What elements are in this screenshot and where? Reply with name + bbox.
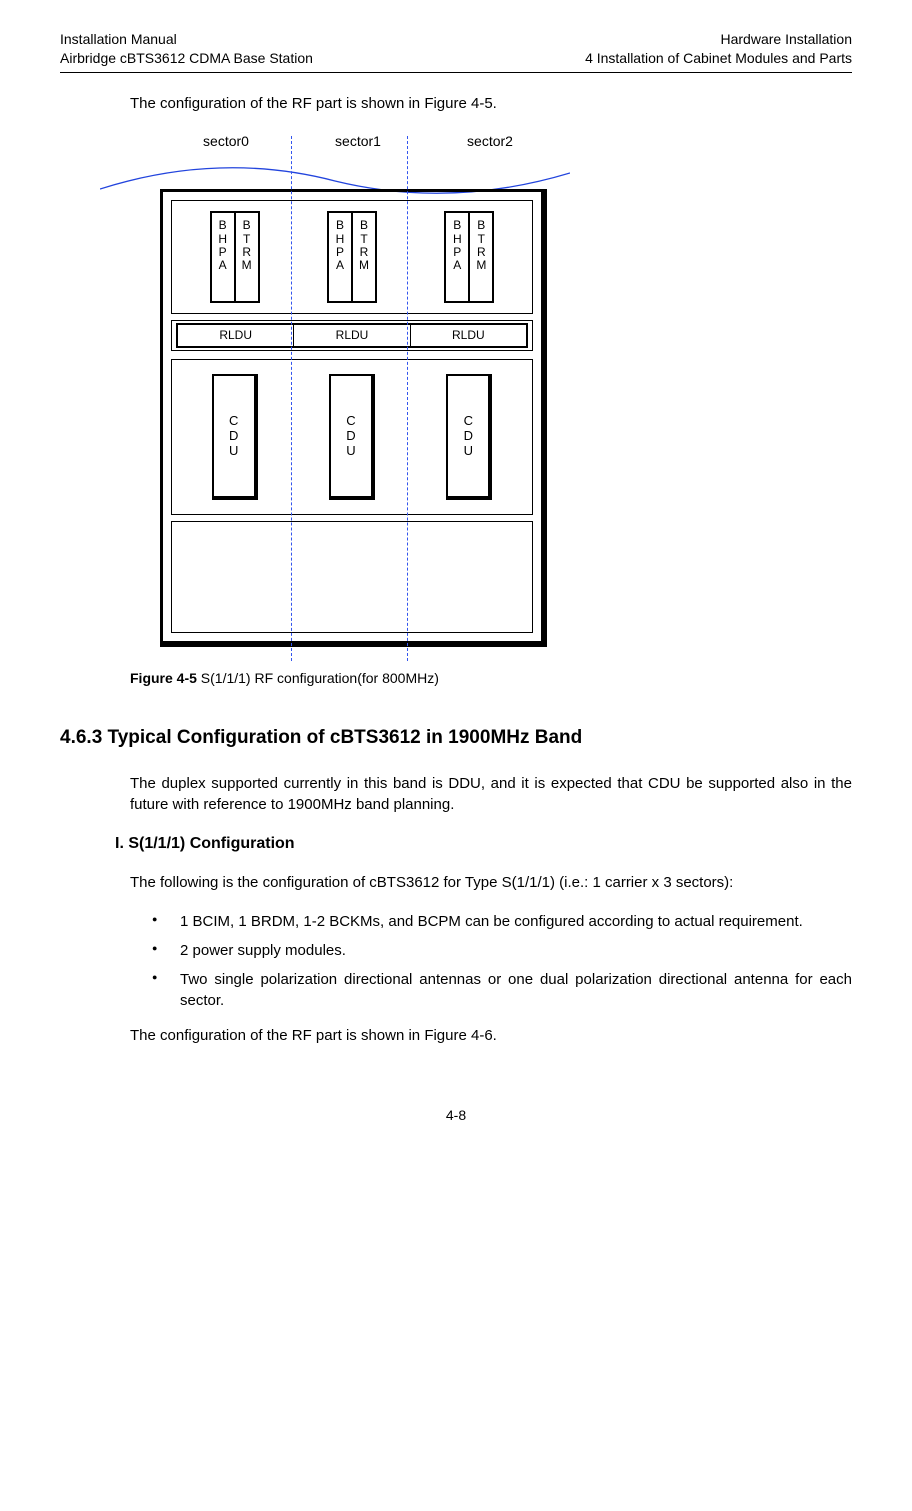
sector-divider-1-2 [407, 136, 408, 661]
intro-paragraph: The configuration of the RF part is show… [130, 93, 852, 114]
list-item: 2 power supply modules. [150, 940, 852, 961]
figure-4-5: sector0 sector1 sector2 B H P A B T R M … [130, 132, 852, 647]
rldu-sector2: RLDU [411, 325, 526, 346]
cdu-shelf: C D U C D U C D U [171, 359, 533, 515]
empty-shelf [171, 521, 533, 633]
list-item: Two single polarization directional ante… [150, 969, 852, 1011]
header-right: Hardware Installation 4 Installation of … [585, 30, 852, 68]
bhpa-module: B H P A [212, 213, 236, 301]
bhpa-module: B H P A [446, 213, 470, 301]
config-intro-paragraph: The following is the configuration of cB… [130, 872, 852, 893]
module-pair-sector2: B H P A B T R M [444, 211, 494, 303]
chapter-title: Hardware Installation [585, 30, 852, 49]
sector1-label: sector1 [297, 132, 419, 152]
header-left: Installation Manual Airbridge cBTS3612 C… [60, 30, 313, 68]
btrm-module: B T R M [470, 213, 492, 301]
module-pair-sector0: B H P A B T R M [210, 211, 260, 303]
product-title: Airbridge cBTS3612 CDMA Base Station [60, 49, 313, 68]
figure-text: S(1/1/1) RF configuration(for 800MHz) [197, 670, 439, 686]
figure-label: Figure 4-5 [130, 670, 197, 686]
sector0-label: sector0 [165, 132, 287, 152]
page-header: Installation Manual Airbridge cBTS3612 C… [60, 30, 852, 73]
btrm-module: B T R M [353, 213, 375, 301]
page-number: 4-8 [60, 1106, 852, 1126]
bhpa-module: B H P A [329, 213, 353, 301]
sector2-label: sector2 [429, 132, 551, 152]
subsection-heading: I. S(1/1/1) Configuration [115, 833, 852, 855]
list-item: 1 BCIM, 1 BRDM, 1-2 BCKMs, and BCPM can … [150, 911, 852, 932]
module-pair-sector1: B H P A B T R M [327, 211, 377, 303]
rldu-sector1: RLDU [294, 325, 410, 346]
cdu-sector0: C D U [212, 374, 258, 500]
cdu-sector1: C D U [329, 374, 375, 500]
figure-caption: Figure 4-5 S(1/1/1) RF configuration(for… [130, 669, 852, 689]
rldu-shelf: RLDU RLDU RLDU [171, 320, 533, 351]
sector-labels: sector0 sector1 sector2 [165, 132, 852, 152]
cdu-sector2: C D U [446, 374, 492, 500]
section-intro-paragraph: The duplex supported currently in this b… [130, 773, 852, 815]
section-heading-4-6-3: 4.6.3 Typical Configuration of cBTS3612 … [60, 725, 852, 752]
rldu-sector0: RLDU [178, 325, 294, 346]
sector-divider-0-1 [291, 136, 292, 661]
btrm-module: B T R M [236, 213, 258, 301]
cabinet-diagram: B H P A B T R M B H P A B T R M B H P A … [160, 189, 547, 647]
swoosh-decoration [100, 159, 570, 189]
top-shelf: B H P A B T R M B H P A B T R M B H P A … [171, 200, 533, 314]
figure-reference-paragraph: The configuration of the RF part is show… [130, 1025, 852, 1046]
config-bullet-list: 1 BCIM, 1 BRDM, 1-2 BCKMs, and BCPM can … [150, 911, 852, 1011]
section-title: 4 Installation of Cabinet Modules and Pa… [585, 49, 852, 68]
manual-title: Installation Manual [60, 30, 313, 49]
